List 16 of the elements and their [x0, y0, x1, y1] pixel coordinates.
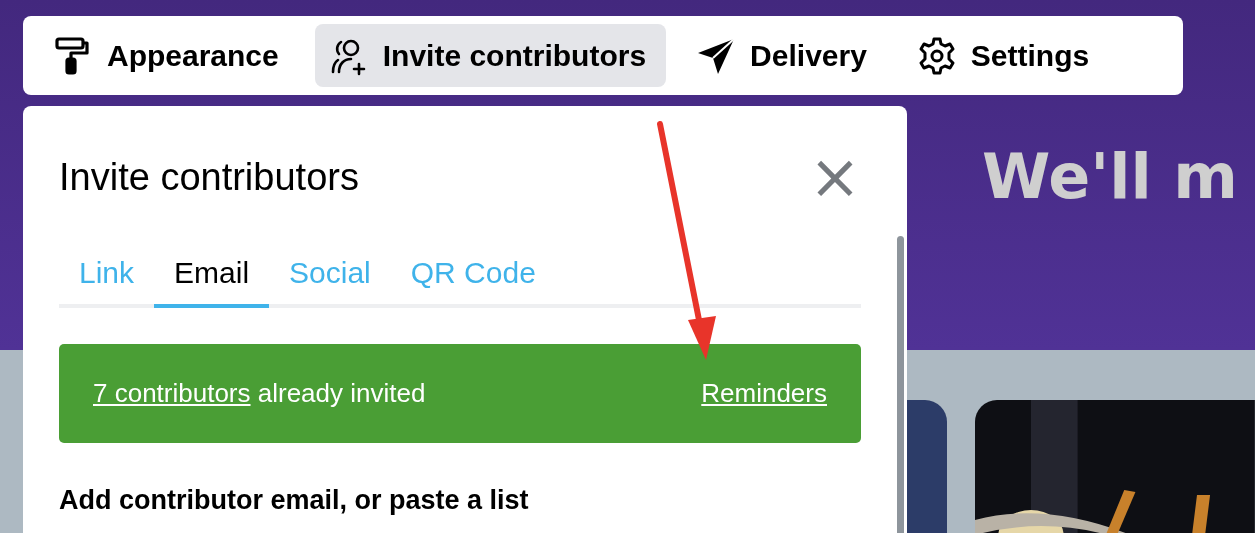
panel-title: Invite contributors	[59, 155, 359, 199]
panel-tab[interactable]: Email	[154, 256, 270, 308]
panel-tab[interactable]: Link	[59, 256, 155, 308]
hero-heading: We'll m	[982, 140, 1239, 213]
invited-text: 7 contributors already invited	[93, 378, 426, 409]
scrollbar[interactable]	[897, 236, 904, 533]
toolbar-tab[interactable]: Delivery	[682, 24, 887, 87]
close-button[interactable]: ×	[809, 146, 861, 208]
toolbar-tab[interactable]: Settings	[902, 24, 1110, 87]
toolbar-tab[interactable]: Invite contributors	[314, 24, 667, 87]
panel-tab[interactable]: QR Code	[390, 256, 556, 308]
toolbar-tab[interactable]: Appearance	[39, 24, 299, 87]
reminders-link[interactable]: Reminders	[701, 378, 827, 409]
field-label: Add contributor email, or paste a list	[59, 485, 530, 516]
panel-tab[interactable]: Social	[269, 256, 391, 308]
contributors-link[interactable]: 7 contributors	[93, 378, 251, 408]
